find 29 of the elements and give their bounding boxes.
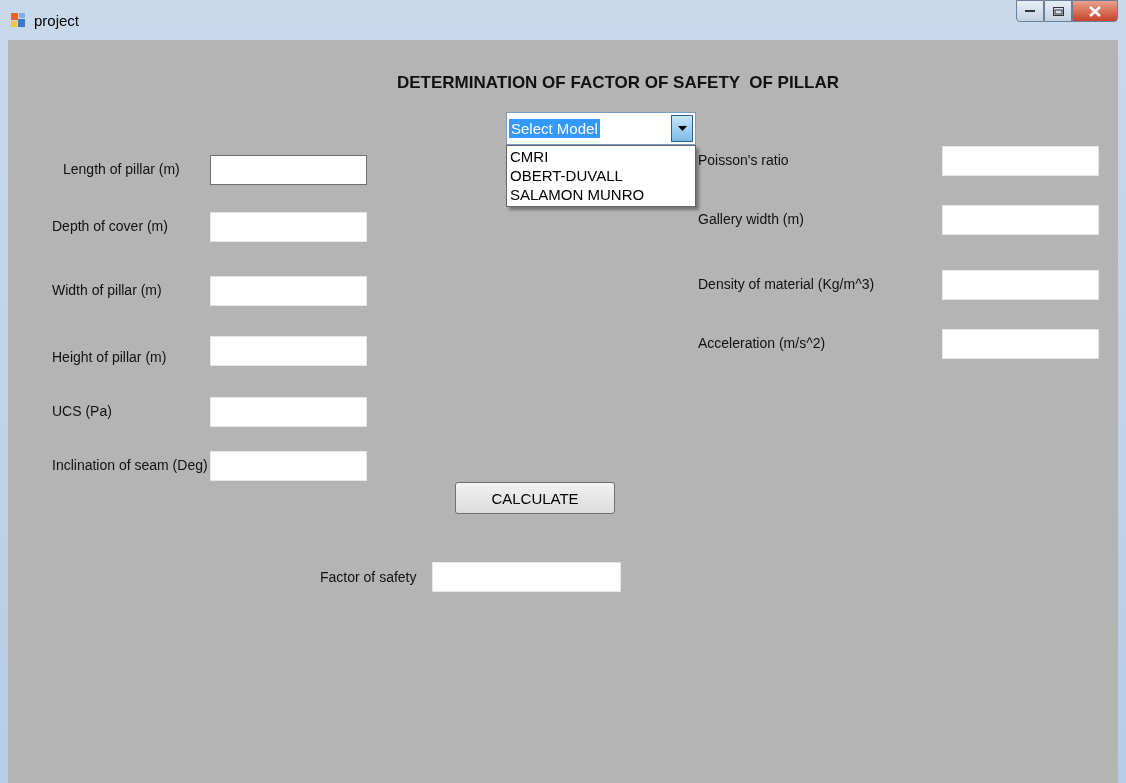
field-label: Length of pillar (m) [62,160,181,177]
dropdown-option[interactable]: SALAMON MUNRO [507,185,695,204]
dropdown-option[interactable]: CMRI [507,147,695,166]
dropdown-value: Select Model [509,119,600,138]
field-label: Depth of cover (m) [51,217,169,234]
window-title: project [34,11,80,29]
app-icon [10,12,26,28]
calculate-button[interactable]: CALCULATE [455,482,615,514]
field-label: Factor of safety [320,569,417,585]
form-heading: DETERMINATION OF FACTOR OF SAFETY OF PILLAR [396,73,840,93]
input-field[interactable] [210,155,367,185]
maximize-icon [1052,6,1064,16]
result-field[interactable] [432,562,622,592]
field-label: Acceleration (m/s^2) [698,334,827,351]
dropdown-option[interactable]: OBERT-DUVALL [507,166,695,185]
field-label: Poisson's ratio [698,151,790,168]
dropdown-button[interactable] [671,115,693,142]
field-label: Density of material (Kg/m^3) [698,275,876,292]
close-button[interactable] [1072,0,1118,22]
field-label: UCS (Pa) [51,402,113,419]
close-icon [1089,5,1101,17]
field-label: Width of pillar (m) [51,281,163,298]
field-label: Gallery width (m) [698,210,805,227]
minimize-icon [1025,9,1035,13]
field-label: Height of pillar (m) [51,348,168,365]
minimize-button[interactable] [1016,0,1044,22]
maximize-button[interactable] [1044,0,1072,22]
caret-icon [677,126,687,131]
field-label: Inclination of seam (Deg) [51,456,209,473]
